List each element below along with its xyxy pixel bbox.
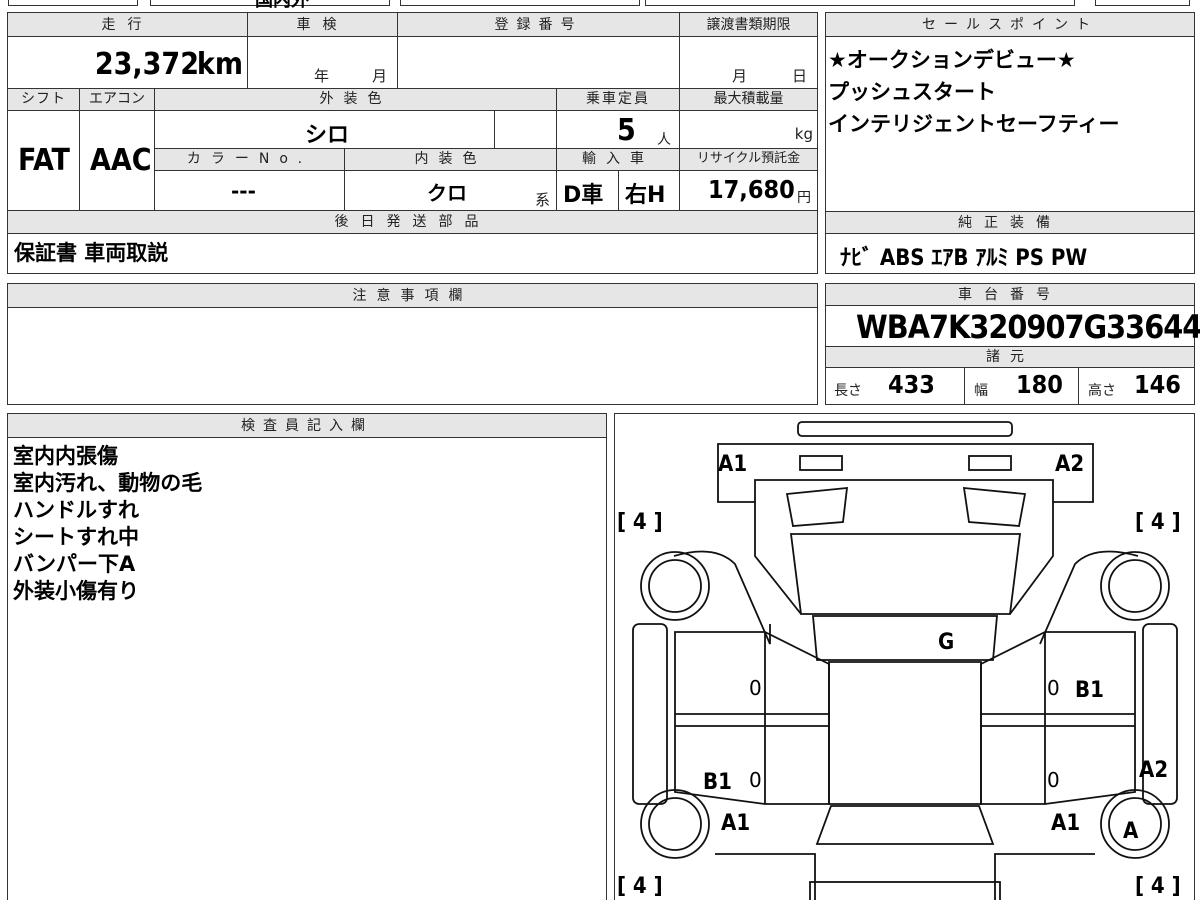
inspector-line-6: 外装小傷有り: [13, 579, 139, 603]
mark-a-wheel: A: [1123, 819, 1139, 844]
inspector-line-3: ハンドルすれ: [13, 498, 139, 522]
mark-zero-2: 0: [1047, 676, 1060, 700]
inspection-cell: 年 月: [248, 37, 398, 89]
interior-value: クロ: [427, 181, 467, 205]
import-value: D車: [563, 183, 604, 208]
car-diagram-block: A1 A2 [ 4 ] [ 4 ] G 0 0 B1 B1 0 0 A2 A1 …: [614, 413, 1195, 900]
car-diagram: [632, 421, 1178, 900]
shift-value: FAT: [18, 143, 70, 178]
inspector-line-5: バンパー下A: [13, 552, 136, 576]
mark-b1-right: B1: [1075, 678, 1104, 703]
mark-zero-4: 0: [1047, 768, 1060, 792]
mark-tire-rl: [ 4 ]: [617, 874, 663, 899]
mileage-unit: km: [196, 47, 243, 82]
height-label: 高さ: [1088, 383, 1116, 399]
inspection-label: 車検: [248, 13, 398, 37]
color-no-value: ---: [231, 179, 256, 203]
width-label: 幅: [974, 383, 988, 399]
recycle-value: 17,680: [708, 175, 795, 204]
mark-g-glass: G: [938, 630, 955, 655]
registration-label: 登録番号: [398, 13, 680, 37]
recycle-cell: 17,680 円: [680, 171, 817, 211]
sales-point-line-2: プッシュスタート: [828, 80, 996, 104]
equipment-label: 純正装備: [826, 212, 1194, 234]
capacity-value: 5: [617, 113, 636, 148]
chassis-label: 車台番号: [826, 284, 1194, 306]
registration-cell: [398, 37, 680, 89]
sales-point-label: セールスポイント: [826, 13, 1194, 37]
sales-point-block: セールスポイント ★オークションデビュー★ プッシュスタート インテリジェントセ…: [825, 12, 1195, 274]
equipment-value: ﾅﾋﾞ ABS ｴｱB ｱﾙﾐ PS PW: [840, 246, 1088, 271]
mark-a1-rear-right: A1: [1051, 811, 1081, 836]
chassis-value: WBA7K320907G33644: [856, 308, 1200, 346]
later-parts-value: 保証書 車両取説: [14, 241, 169, 265]
length-label: 長さ: [834, 383, 862, 399]
mark-tire-rr: [ 4 ]: [1135, 874, 1181, 899]
aircon-value: AAC: [90, 143, 152, 178]
transfer-cell: 月 日: [680, 37, 817, 89]
top-strip: 国内外: [0, 0, 1200, 11]
width-value: 180: [1016, 370, 1063, 399]
sales-point-line-3: インテリジェントセーフティー: [828, 112, 1120, 136]
mark-a2-right-rear: A2: [1139, 758, 1169, 783]
aircon-cell: AAC: [80, 111, 155, 211]
capacity-label: 乗車定員: [557, 89, 680, 111]
import-cell: D車: [557, 171, 619, 211]
inspector-line-4: シートすれ中: [13, 525, 139, 549]
load-label: 最大積載量: [680, 89, 817, 111]
mark-a1-rear-left: A1: [721, 811, 751, 836]
chassis-block: 車台番号 WBA7K320907G33644 諸元 長さ 433 幅 180 高…: [825, 283, 1200, 405]
mark-b1-left: B1: [703, 770, 732, 795]
vehicle-info-block: 走行 車検 登録番号 譲渡書類期限 23,372 km 年 月 月 日 シフト …: [7, 12, 818, 274]
mark-zero-3: 0: [749, 768, 762, 792]
aircon-label: エアコン: [80, 89, 155, 111]
inspection-year: 年: [314, 67, 330, 85]
inspector-block: 検査員記入欄 室内内張傷 室内汚れ、動物の毛 ハンドルすれ シートすれ中 バンパ…: [7, 413, 607, 900]
recycle-label: リサイクル預託金: [680, 149, 817, 171]
exterior-label: 外装色: [155, 89, 557, 111]
transfer-label: 譲渡書類期限: [680, 13, 817, 37]
mark-a2-front-right: A2: [1055, 452, 1085, 477]
import-label: 輸入車: [557, 149, 680, 171]
load-cell: kg: [680, 111, 817, 149]
mark-tire-fr: [ 4 ]: [1135, 510, 1181, 535]
handle-value: 右H: [625, 183, 666, 208]
specs-label: 諸元: [826, 346, 1194, 368]
caution-label: 注意事項欄: [8, 284, 817, 308]
interior-label: 内装色: [345, 149, 557, 171]
capacity-cell: 5 人: [557, 111, 680, 149]
transfer-month: 月: [732, 67, 748, 85]
interior-cell: クロ 系: [345, 171, 557, 211]
later-parts-label: 後日発送部品: [8, 211, 817, 234]
exterior-cell: シロ: [155, 111, 495, 149]
sales-point-line-1: ★オークションデビュー★: [828, 48, 1076, 72]
height-value: 146: [1134, 370, 1181, 399]
exterior-extra-cell: [495, 111, 557, 149]
shift-label: シフト: [8, 89, 80, 111]
mark-tire-fl: [ 4 ]: [617, 510, 663, 535]
color-no-cell: ---: [155, 171, 345, 211]
exterior-value: シロ: [305, 123, 350, 148]
caution-block: 注意事項欄: [7, 283, 818, 405]
mileage-value: 23,372: [94, 47, 199, 82]
recycle-unit: 円: [797, 190, 811, 206]
shift-cell: FAT: [8, 111, 80, 211]
inspector-label: 検査員記入欄: [8, 414, 606, 438]
transfer-day: 日: [792, 67, 808, 85]
interior-suffix: 系: [535, 191, 551, 209]
mileage-cell: 23,372 km: [8, 37, 248, 89]
length-value: 433: [888, 370, 935, 399]
mark-a1-front-left: A1: [718, 452, 748, 477]
mileage-label: 走行: [8, 13, 248, 37]
mark-zero-1: 0: [749, 676, 762, 700]
inspection-month: 月: [372, 67, 388, 85]
load-unit: kg: [794, 125, 813, 143]
inspector-line-1: 室内内張傷: [13, 444, 118, 468]
top-fragment-text: 国内外: [255, 0, 309, 11]
color-no-label: カラーNo.: [155, 149, 345, 171]
handle-cell: 右H: [619, 171, 680, 211]
capacity-unit: 人: [657, 132, 671, 148]
inspector-line-2: 室内汚れ、動物の毛: [13, 471, 203, 495]
